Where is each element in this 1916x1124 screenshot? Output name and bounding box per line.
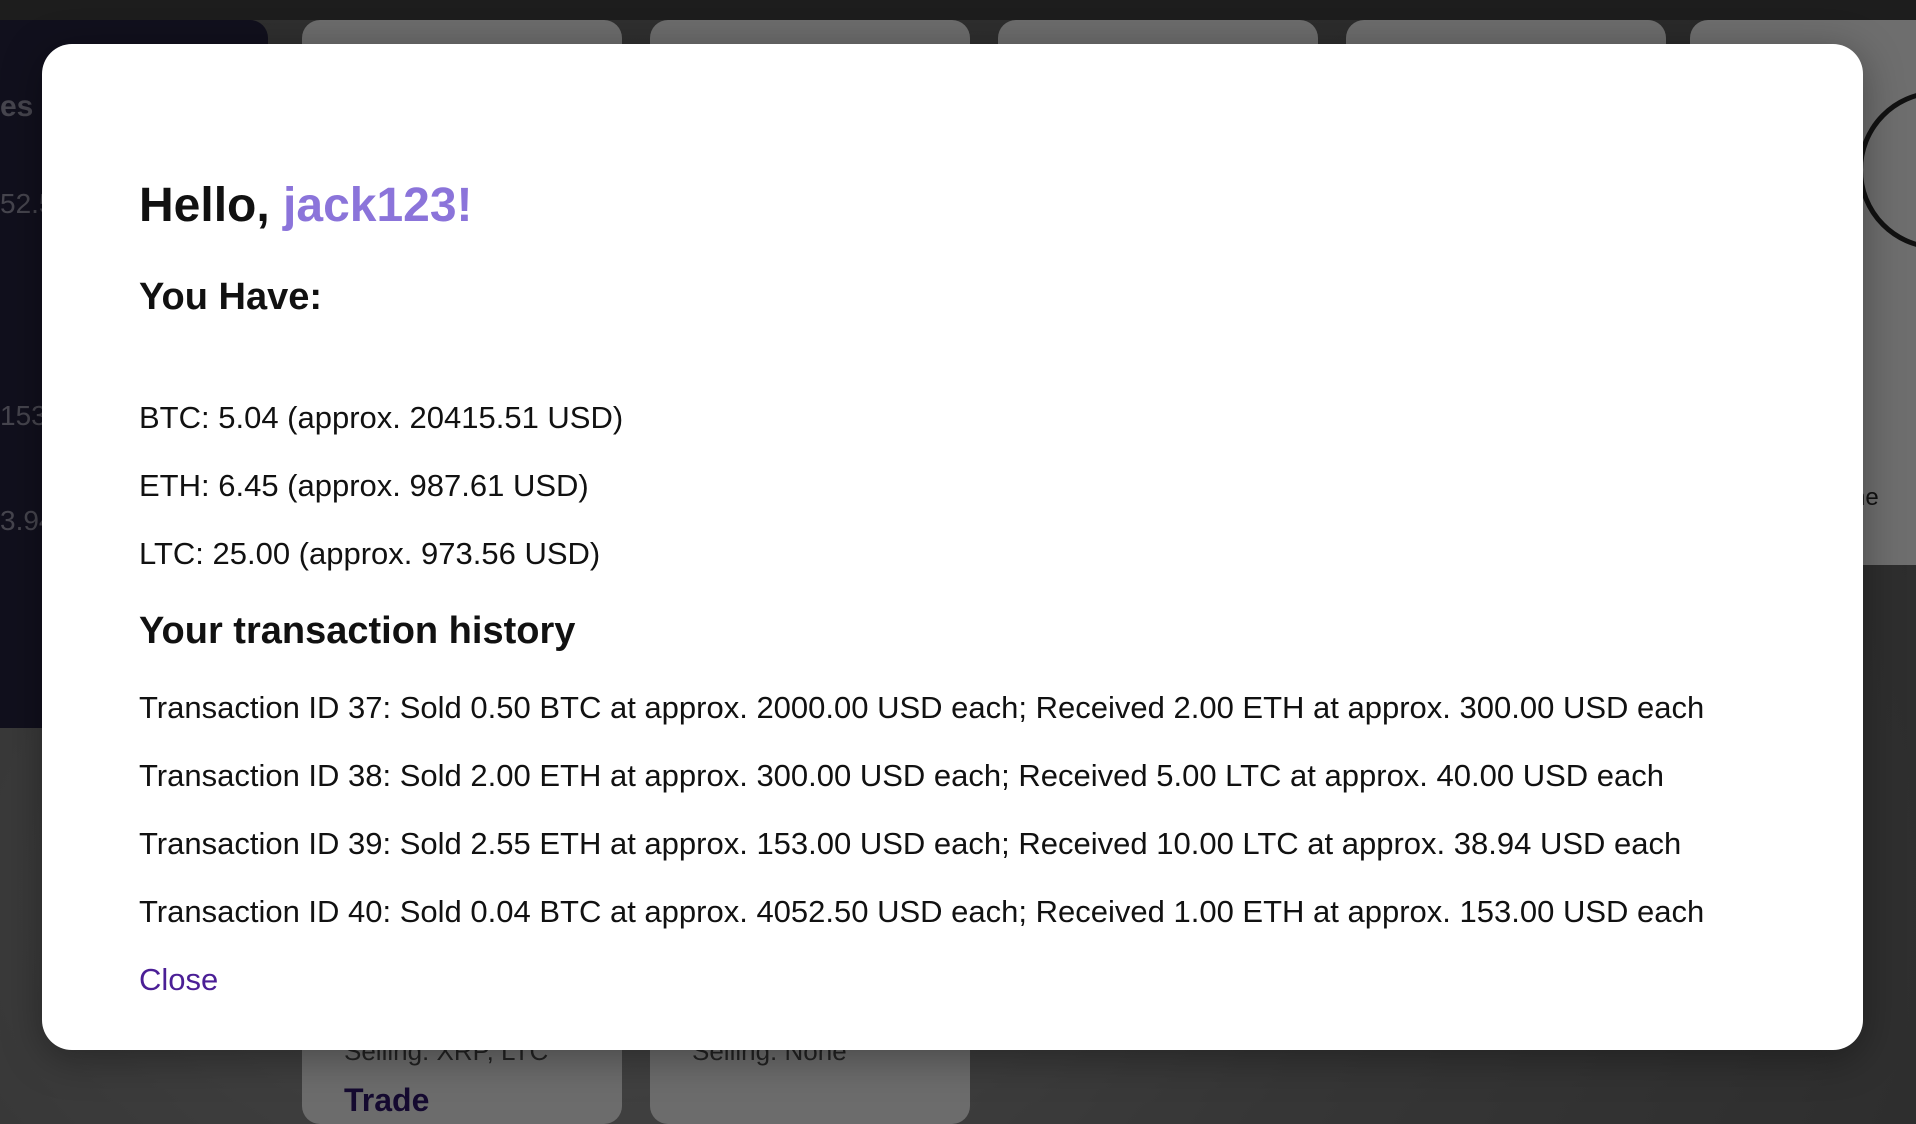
history-title: Your transaction history: [139, 610, 576, 652]
transaction-item: Transaction ID 37: Sold 0.50 BTC at appr…: [139, 690, 1705, 725]
greeting-heading: Hello, jack123!: [139, 178, 473, 233]
transaction-item: Transaction ID 38: Sold 2.00 ETH at appr…: [139, 758, 1665, 793]
holdings-title: You Have:: [139, 276, 323, 318]
username: jack123!: [283, 179, 473, 232]
account-modal: Hello, jack123! You Have: BTC: 5.04 (app…: [42, 44, 1863, 1050]
greeting-prefix: Hello,: [139, 179, 270, 232]
transaction-item: Transaction ID 39: Sold 2.55 ETH at appr…: [139, 826, 1682, 861]
app-root: es 52.5 153 3.94 Selling: XRP, LTC Trade…: [0, 0, 1916, 1124]
transaction-item: Transaction ID 40: Sold 0.04 BTC at appr…: [139, 894, 1705, 929]
holding-item: LTC: 25.00 (approx. 973.56 USD): [139, 536, 601, 571]
close-button[interactable]: Close: [139, 962, 218, 998]
holding-item: ETH: 6.45 (approx. 987.61 USD): [139, 468, 589, 503]
holding-item: BTC: 5.04 (approx. 20415.51 USD): [139, 400, 624, 435]
